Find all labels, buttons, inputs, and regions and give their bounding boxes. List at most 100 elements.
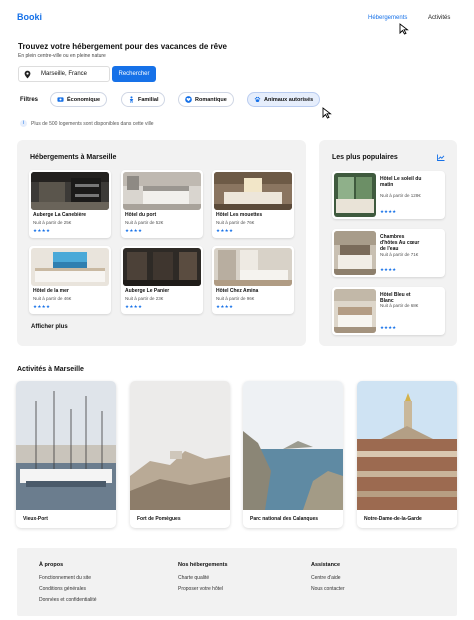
- lodging-card[interactable]: Hôtel de la mer Nuit à partir de 46€ ★★★…: [29, 246, 111, 314]
- mouse-cursor-icon: [399, 23, 409, 35]
- popular-card[interactable]: Hôtel Bleu et Blanc Nuit à partir de 68€…: [332, 287, 445, 335]
- nav-activites[interactable]: Activités: [428, 15, 450, 21]
- rating-stars: ★★★★: [125, 228, 143, 233]
- lodging-price: Nuit à partir de 25€: [33, 220, 72, 225]
- info-icon: i: [20, 120, 27, 127]
- lodging-name: Hôtel Les mouettes: [216, 212, 263, 218]
- footer-link[interactable]: Conditions générales: [39, 586, 97, 592]
- footer-link[interactable]: Données et confidentialité: [39, 597, 97, 603]
- lodging-panel: Hébergements à Marseille Auberge La Cane…: [17, 140, 306, 346]
- activity-card[interactable]: Fort de Pomègues: [130, 381, 230, 528]
- logo[interactable]: Booki: [17, 12, 42, 22]
- show-more-link[interactable]: Afficher plus: [31, 324, 68, 330]
- popular-card[interactable]: Hôtel Le soleil du matin Nuit à partir d…: [332, 171, 445, 219]
- rating-stars: ★★★★: [380, 209, 397, 214]
- activity-photo: [243, 381, 343, 510]
- popular-photo: [334, 231, 376, 275]
- filter-label: Familial: [138, 96, 159, 103]
- lodging-photo: [31, 172, 109, 210]
- filter-label: Animaux autorisés: [264, 96, 314, 103]
- lodging-price: Nuit à partir de 96€: [216, 296, 255, 301]
- filter-label: Économique: [67, 96, 101, 103]
- activity-label: Notre-Dame-de-la-Garde: [364, 516, 422, 522]
- rating-stars: ★★★★: [380, 267, 397, 272]
- filter-label: Romantique: [195, 96, 227, 103]
- popular-panel: Les plus populaires Hôtel Le soleil du m…: [319, 140, 457, 346]
- lodging-card[interactable]: Hôtel Les mouettes Nuit à partir de 76€ …: [212, 170, 294, 238]
- search-value: Marseille, France: [41, 71, 88, 77]
- activity-photo: [357, 381, 457, 510]
- activity-label: Fort de Pomègues: [137, 516, 181, 522]
- search-button[interactable]: Rechercher: [112, 66, 156, 82]
- lodging-card[interactable]: Auberge Le Panier Nuit à partir de 23€ ★…: [121, 246, 203, 314]
- paw-icon: [254, 96, 261, 103]
- activity-photo: [130, 381, 230, 510]
- activity-card[interactable]: Parc national des Calanques: [243, 381, 343, 528]
- footer-heading: Assistance: [311, 562, 341, 568]
- rating-stars: ★★★★: [216, 304, 234, 309]
- person-icon: [129, 96, 134, 103]
- lodging-card[interactable]: Auberge La Canebière Nuit à partir de 25…: [29, 170, 111, 238]
- footer-col-help: Assistance Centre d'aide Nous contacter: [311, 562, 345, 597]
- filters-label: Filtres: [20, 97, 39, 103]
- nav-hebergements[interactable]: Hébergements: [368, 15, 407, 21]
- filter-animaux[interactable]: Animaux autorisés: [247, 92, 321, 107]
- footer-link[interactable]: Charte qualité: [178, 575, 228, 581]
- activity-label: Parc national des Calanques: [250, 516, 319, 522]
- footer-link[interactable]: Proposer votre hôtel: [178, 586, 228, 592]
- lodging-price: Nuit à partir de 76€: [216, 220, 255, 225]
- popular-card[interactable]: Chambres d'hôtes Au cœur de l'eau Nuit à…: [332, 229, 445, 277]
- lodging-card[interactable]: Hôtel du port Nuit à partir de 52€ ★★★★: [121, 170, 203, 238]
- info-text: Plus de 500 logements sont disponibles d…: [31, 120, 154, 127]
- activity-photo: [16, 381, 116, 510]
- lodging-name: Hôtel du port: [125, 212, 157, 218]
- lodging-name: Hôtel Chez Amina: [216, 288, 259, 294]
- popular-price: Nuit à partir de 71€: [380, 252, 419, 257]
- search-input[interactable]: Marseille, France: [18, 66, 110, 82]
- lodging-price: Nuit à partir de 52€: [125, 220, 164, 225]
- lodging-name: Auberge La Canebière: [33, 212, 87, 218]
- filter-familial[interactable]: Familial: [121, 92, 166, 107]
- footer-link[interactable]: Fonctionnement du site: [39, 575, 97, 581]
- lodging-price: Nuit à partir de 46€: [33, 296, 72, 301]
- popular-name: Chambres d'hôtes Au cœur de l'eau: [380, 234, 420, 252]
- footer: À propos Fonctionnement du site Conditio…: [17, 548, 457, 616]
- footer-link[interactable]: Centre d'aide: [311, 575, 345, 581]
- filter-economique[interactable]: Économique: [50, 92, 108, 107]
- money-icon: [57, 97, 64, 102]
- lodging-photo: [123, 172, 201, 210]
- rating-stars: ★★★★: [33, 304, 51, 309]
- lodging-name: Auberge Le Panier: [125, 288, 170, 294]
- rating-stars: ★★★★: [380, 325, 397, 330]
- rating-stars: ★★★★: [216, 228, 234, 233]
- lodging-photo: [214, 172, 292, 210]
- rating-stars: ★★★★: [125, 304, 143, 309]
- location-pin-icon: [23, 70, 32, 79]
- popular-photo: [334, 173, 376, 217]
- footer-link[interactable]: Nous contacter: [311, 586, 345, 592]
- lodging-title: Hébergements à Marseille: [30, 154, 117, 161]
- footer-heading: Nos hébergements: [178, 562, 228, 568]
- popular-name: Hôtel Le soleil du matin: [380, 176, 422, 188]
- rating-stars: ★★★★: [33, 228, 51, 233]
- popular-photo: [334, 289, 376, 333]
- lodging-price: Nuit à partir de 23€: [125, 296, 164, 301]
- footer-heading: À propos: [39, 562, 64, 568]
- activity-card[interactable]: Vieux-Port: [16, 381, 116, 528]
- footer-col-lodging: Nos hébergements Charte qualité Proposer…: [178, 562, 228, 597]
- activity-card[interactable]: Notre-Dame-de-la-Garde: [357, 381, 457, 528]
- popular-price: Nuit à partir de 128€: [380, 193, 421, 198]
- heart-icon: [185, 96, 192, 103]
- lodging-card[interactable]: Hôtel Chez Amina Nuit à partir de 96€ ★★…: [212, 246, 294, 314]
- hero-title: Trouvez votre hébergement pour des vacan…: [18, 42, 227, 51]
- filter-romantique[interactable]: Romantique: [178, 92, 234, 107]
- popular-price: Nuit à partir de 68€: [380, 303, 419, 308]
- activity-label: Vieux-Port: [23, 516, 48, 522]
- activities-title: Activités à Marseille: [17, 366, 84, 373]
- lodging-photo: [214, 248, 292, 286]
- lodging-photo: [31, 248, 109, 286]
- mouse-cursor-icon: [322, 107, 332, 119]
- info-note: i Plus de 500 logements sont disponibles…: [20, 120, 154, 127]
- trend-icon: [437, 154, 445, 161]
- lodging-name: Hôtel de la mer: [33, 288, 69, 294]
